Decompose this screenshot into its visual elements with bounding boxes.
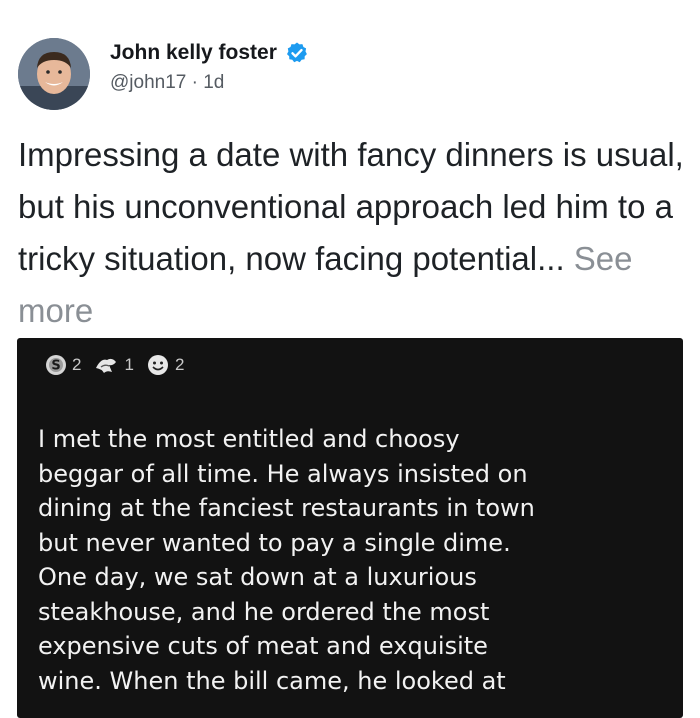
svg-text:S: S (51, 359, 60, 374)
award-bar: S 2 1 2 (45, 354, 196, 376)
wholesome-award-icon (147, 355, 168, 375)
reddit-post-screenshot: S 2 1 2 I met the most entitled and choo… (17, 338, 683, 718)
silver-award-icon: S (46, 355, 66, 375)
post-body-text: I met the most entitled and choosy begga… (38, 425, 535, 695)
post-meta: @john17 · 1d (110, 72, 224, 94)
post-caption: Impressing a date with fancy dinners is … (18, 129, 698, 337)
helpful-award-icon (96, 358, 117, 373)
author-name[interactable]: John kelly foster (110, 41, 277, 65)
verified-badge-icon (285, 41, 309, 65)
meta-separator: · (191, 72, 198, 93)
award-item[interactable]: 2 (146, 354, 184, 376)
avatar[interactable] (18, 38, 90, 110)
award-count: 2 (174, 355, 185, 374)
award-item[interactable]: S 2 (45, 354, 81, 376)
award-count: 1 (124, 355, 134, 374)
avatar-image (18, 38, 90, 110)
post-time[interactable]: 1d (203, 72, 224, 93)
award-item[interactable]: 1 (93, 354, 134, 376)
author-handle[interactable]: @john17 (110, 72, 186, 93)
award-count: 2 (72, 355, 82, 374)
author-name-row: John kelly foster (110, 41, 309, 65)
